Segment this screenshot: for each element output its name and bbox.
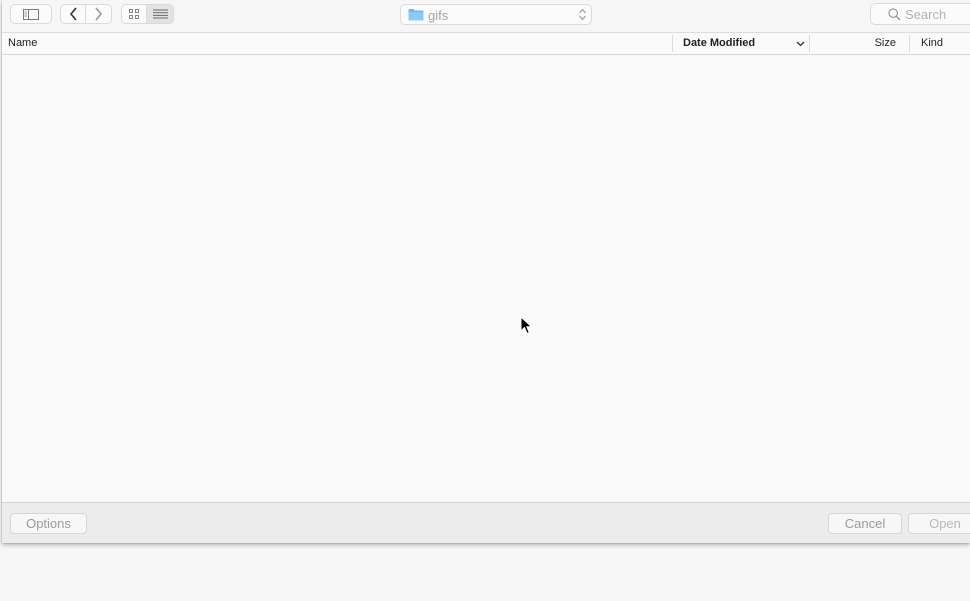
options-button[interactable]: Options <box>10 513 87 534</box>
cancel-button[interactable]: Cancel <box>828 513 902 534</box>
folder-icon <box>408 8 424 21</box>
list-view-button[interactable] <box>147 4 174 24</box>
column-name[interactable]: Name <box>8 33 37 54</box>
open-button[interactable]: Open <box>908 513 970 534</box>
column-divider[interactable] <box>909 35 910 52</box>
column-date-modified[interactable]: Date Modified <box>683 33 805 54</box>
column-divider[interactable] <box>672 35 673 52</box>
chevron-left-icon <box>69 7 78 21</box>
chevron-right-icon <box>94 7 103 21</box>
mouse-cursor <box>520 315 534 336</box>
column-date-modified-label: Date Modified <box>683 37 756 49</box>
search-icon <box>888 8 901 21</box>
column-kind[interactable]: Kind <box>921 33 943 54</box>
sidebar-toggle-button[interactable] <box>10 4 52 24</box>
grid-icon <box>129 9 139 19</box>
toolbar: gifs Search <box>2 0 970 33</box>
location-label: gifs <box>428 8 449 23</box>
search-placeholder: Search <box>905 7 947 22</box>
location-popup[interactable]: gifs <box>400 4 592 25</box>
dialog-footer: Options Cancel Open <box>2 502 970 543</box>
column-header: Name Date Modified Size Kind <box>2 33 970 55</box>
chevron-down-icon <box>796 41 805 47</box>
search-field[interactable]: Search <box>870 3 970 25</box>
sidebar-icon <box>23 8 39 20</box>
list-icon <box>152 9 168 19</box>
icon-view-button[interactable] <box>121 4 147 24</box>
column-size[interactable]: Size <box>810 33 896 54</box>
forward-button[interactable] <box>86 4 112 24</box>
updown-arrows-icon <box>579 8 586 21</box>
open-file-dialog: gifs Search Name Date Modified Size Kind… <box>2 0 970 543</box>
back-button[interactable] <box>60 4 86 24</box>
file-list[interactable] <box>2 55 970 502</box>
